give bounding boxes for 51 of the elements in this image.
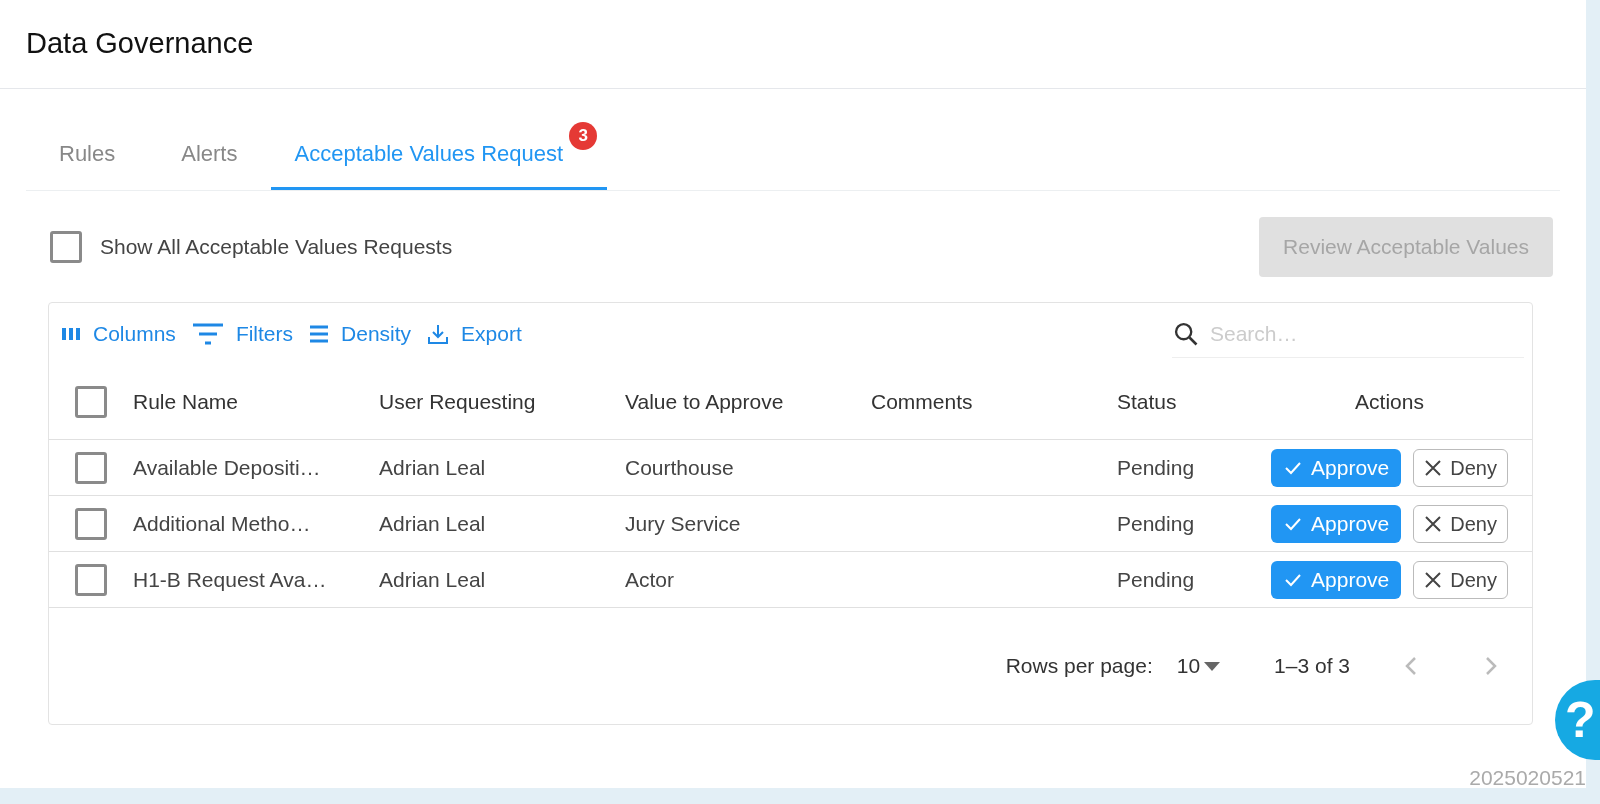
row-checkbox[interactable] (75, 563, 107, 596)
table-cell: Adrian Leal (379, 567, 486, 591)
row-checkbox[interactable] (75, 451, 107, 484)
page-range: 1–3 of 3 (1274, 653, 1350, 680)
table-cell: Actor (625, 567, 674, 591)
filters-icon (191, 322, 224, 346)
density-button[interactable]: Density (309, 318, 412, 350)
checkbox[interactable] (50, 231, 82, 263)
rows-per-page-select[interactable]: 10 (1176, 650, 1223, 682)
deny-button[interactable]: Deny (1413, 504, 1508, 543)
close-icon (1424, 458, 1443, 477)
deny-button[interactable]: Deny (1413, 448, 1508, 487)
column-header[interactable]: User Requesting (379, 390, 536, 414)
table-cell: Pending (1117, 455, 1195, 479)
column-header[interactable]: Comments (871, 390, 973, 414)
columns-button[interactable]: Columns (61, 318, 176, 350)
export-button[interactable]: Export (427, 318, 522, 350)
build-code: 2025020521 (1469, 767, 1586, 788)
export-icon (427, 323, 450, 345)
columns-icon (61, 326, 81, 342)
tab[interactable]: Rules (26, 120, 149, 190)
caret-icon (1202, 660, 1223, 672)
approve-button[interactable]: Approve (1271, 504, 1402, 543)
table-cell: Adrian Leal (379, 455, 486, 479)
table-cell: Additional Metho… (133, 511, 311, 535)
table-cell: Courthouse (625, 455, 734, 479)
column-header[interactable]: Status (1117, 390, 1177, 414)
page-title: Data Governance (26, 26, 254, 62)
rows-per-page-label: Rows per page: (1005, 653, 1153, 680)
table-cell: Adrian Leal (379, 511, 486, 535)
table-cell: H1-B Request Ava… (133, 567, 327, 591)
tab[interactable]: Alerts (148, 120, 271, 190)
deny-button[interactable]: Deny (1413, 560, 1508, 599)
close-icon (1424, 570, 1443, 589)
notification-badge: 3 (569, 122, 598, 150)
table-cell: Pending (1117, 511, 1195, 535)
tab[interactable]: Acceptable Values Request 3 (270, 120, 608, 190)
column-header[interactable]: Actions (1355, 386, 1424, 418)
density-icon (309, 325, 330, 343)
close-icon (1424, 514, 1443, 533)
select-all-checkbox[interactable] (75, 386, 107, 418)
filters-button[interactable]: Filters (191, 318, 294, 350)
table-cell: Jury Service (625, 511, 741, 535)
approve-button[interactable]: Approve (1271, 448, 1402, 487)
column-header[interactable]: Value to Approve (625, 390, 784, 414)
row-checkbox[interactable] (75, 507, 107, 540)
table-cell: Pending (1117, 567, 1195, 591)
checkbox-label: Show All Acceptable Values Requests (100, 234, 453, 261)
approve-button[interactable]: Approve (1271, 560, 1402, 599)
table-cell: Available Depositi… (133, 455, 321, 479)
column-header[interactable]: Rule Name (133, 390, 239, 414)
